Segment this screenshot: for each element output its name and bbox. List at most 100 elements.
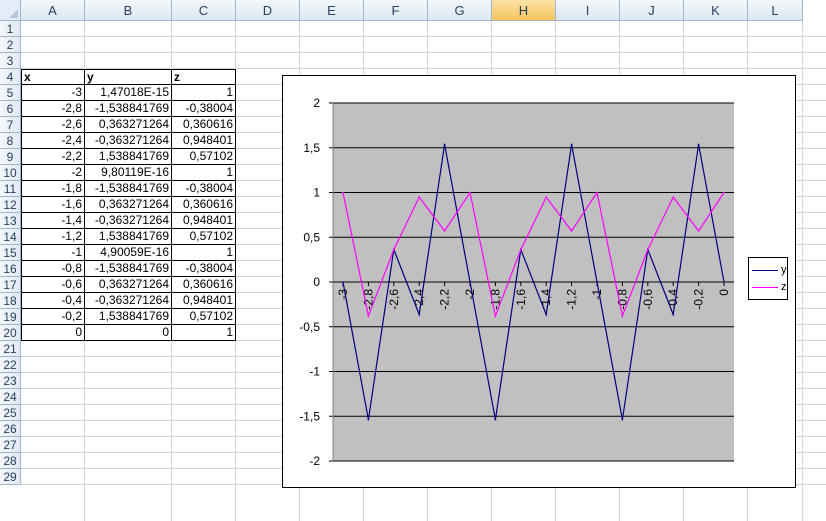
table-cell[interactable]: 0,360616 [172,117,236,133]
table-cell[interactable]: -2 [21,165,85,181]
column-header-F[interactable]: F [364,0,428,21]
column-header-I[interactable]: I [556,0,620,21]
table-cell[interactable]: 0,360616 [172,197,236,213]
table-cell[interactable]: -0,363271264 [85,133,172,149]
table-cell[interactable]: 1 [172,85,236,101]
column-header-C[interactable]: C [172,0,236,21]
table-cell[interactable]: -0,363271264 [85,213,172,229]
row-header-21[interactable]: 21 [0,341,21,357]
table-cell[interactable]: 1 [172,325,236,341]
table-cell[interactable]: -1,538841769 [85,101,172,117]
column-header-G[interactable]: G [428,0,492,21]
table-header-x[interactable]: x [21,69,85,85]
table-cell[interactable]: 1 [172,165,236,181]
table-cell[interactable]: -2,2 [21,149,85,165]
column-header-B[interactable]: B [85,0,172,21]
table-cell[interactable]: 1,538841769 [85,149,172,165]
table-cell[interactable]: 0,948401 [172,213,236,229]
y-tick-label: 1,5 [303,141,320,155]
row-header-18[interactable]: 18 [0,293,21,309]
table-cell[interactable]: -2,4 [21,133,85,149]
table-cell[interactable]: 0,948401 [172,133,236,149]
column-header-K[interactable]: K [684,0,748,21]
row-header-16[interactable]: 16 [0,261,21,277]
table-cell[interactable]: -0,8 [21,261,85,277]
row-header-14[interactable]: 14 [0,229,21,245]
table-cell[interactable]: 0,363271264 [85,117,172,133]
row-header-24[interactable]: 24 [0,389,21,405]
table-cell[interactable]: 0,363271264 [85,197,172,213]
row-header-8[interactable]: 8 [0,133,21,149]
table-cell[interactable]: 0,948401 [172,293,236,309]
chart-legend[interactable]: y z [748,257,788,300]
table-cell[interactable]: 9,80119E-16 [85,165,172,181]
table-cell[interactable]: -1 [21,245,85,261]
table-header-y[interactable]: y [85,69,172,85]
row-header-15[interactable]: 15 [0,245,21,261]
table-cell[interactable]: 0 [85,325,172,341]
table-cell[interactable]: 0,57102 [172,229,236,245]
table-cell[interactable]: 1,538841769 [85,229,172,245]
table-cell[interactable]: -0,2 [21,309,85,325]
table-cell[interactable]: -0,4 [21,293,85,309]
row-header-25[interactable]: 25 [0,405,21,421]
row-header-1[interactable]: 1 [0,21,21,37]
table-cell[interactable]: -1,538841769 [85,261,172,277]
table-cell[interactable]: 4,90059E-16 [85,245,172,261]
table-cell[interactable]: 0,360616 [172,277,236,293]
column-header-J[interactable]: J [620,0,684,21]
table-cell[interactable]: -0,38004 [172,101,236,117]
row-header-7[interactable]: 7 [0,117,21,133]
table-cell[interactable]: 0,57102 [172,149,236,165]
table-cell[interactable]: -1,8 [21,181,85,197]
column-header-E[interactable]: E [300,0,364,21]
row-header-28[interactable]: 28 [0,453,21,469]
row-header-13[interactable]: 13 [0,213,21,229]
row-header-27[interactable]: 27 [0,437,21,453]
row-header-20[interactable]: 20 [0,325,21,341]
table-header-z[interactable]: z [172,69,236,85]
table-cell[interactable]: -2,8 [21,101,85,117]
table-cell[interactable]: 1 [172,245,236,261]
column-header-D[interactable]: D [236,0,300,21]
table-cell[interactable]: 1,47018E-15 [85,85,172,101]
row-header-29[interactable]: 29 [0,469,21,485]
table-cell[interactable]: 0 [21,325,85,341]
line-chart[interactable]: 2 1,5 1 0,5 0 -0,5 -1 -1,5 -2 -3 -2,8 -2,6 -2,4 -2,2-… [282,75,796,488]
row-header-22[interactable]: 22 [0,357,21,373]
row-header-10[interactable]: 10 [0,165,21,181]
row-header-6[interactable]: 6 [0,101,21,117]
table-cell[interactable]: -0,363271264 [85,293,172,309]
table-cell[interactable]: 1,538841769 [85,309,172,325]
row-header-17[interactable]: 17 [0,277,21,293]
row-header-11[interactable]: 11 [0,181,21,197]
column-header-H[interactable]: H [492,0,556,21]
row-header-5[interactable]: 5 [0,85,21,101]
data-point-y [418,313,420,316]
row-header-12[interactable]: 12 [0,197,21,213]
column-header-A[interactable]: A [21,0,85,21]
select-all-corner[interactable] [0,0,21,21]
table-cell[interactable]: 0,363271264 [85,277,172,293]
table-cell[interactable]: -0,38004 [172,181,236,197]
table-cell[interactable]: -0,6 [21,277,85,293]
data-point-y [545,313,547,316]
row-header-9[interactable]: 9 [0,149,21,165]
row-header-4[interactable]: 4 [0,69,21,85]
table-cell[interactable]: -3 [21,85,85,101]
table-cell[interactable]: 0,57102 [172,309,236,325]
table-cell[interactable]: -1,2 [21,229,85,245]
table-cell[interactable]: -1,538841769 [85,181,172,197]
column-header-L[interactable]: L [748,0,803,21]
table-cell[interactable]: -0,38004 [172,261,236,277]
table-cell[interactable]: -2,6 [21,117,85,133]
gridline-vertical [802,21,803,521]
row-header-23[interactable]: 23 [0,373,21,389]
row-header-3[interactable]: 3 [0,53,21,69]
table-cell[interactable]: -1,6 [21,197,85,213]
row-header-19[interactable]: 19 [0,309,21,325]
table-cell[interactable]: -1,4 [21,213,85,229]
data-point-y [596,281,598,283]
row-header-26[interactable]: 26 [0,421,21,437]
row-header-2[interactable]: 2 [0,37,21,53]
